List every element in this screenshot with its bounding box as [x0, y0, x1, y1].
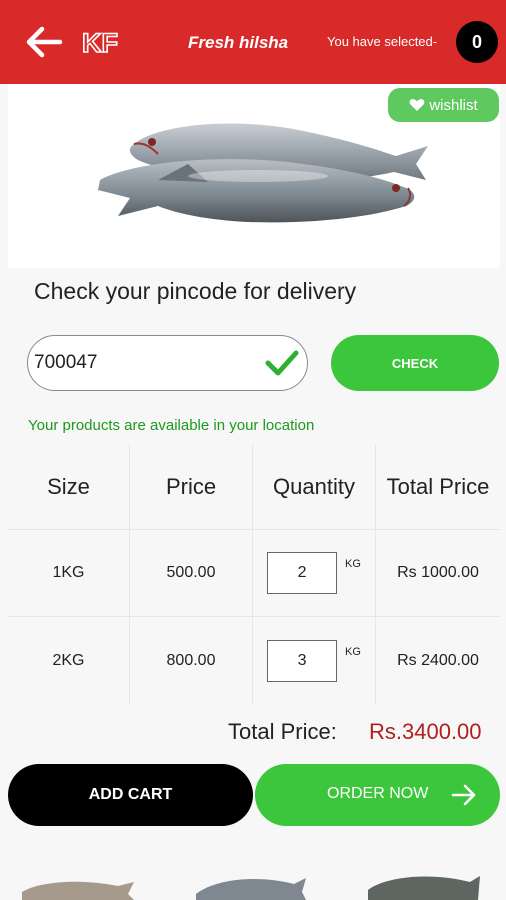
selected-count-badge[interactable]: 0 — [456, 21, 498, 63]
row2-price: 800.00 — [130, 617, 253, 704]
header-quantity: Quantity — [253, 444, 376, 530]
row2-size: 2KG — [8, 617, 130, 704]
price-table: Size Price Quantity Total Price 1KG 500.… — [8, 444, 500, 704]
selected-label: You have selected- — [327, 34, 438, 49]
row1-total: Rs 1000.00 — [376, 530, 500, 617]
row2-quantity-cell: KG — [253, 617, 376, 704]
heart-icon — [409, 99, 425, 111]
pincode-field[interactable] — [27, 335, 308, 391]
related-product-thumbnail[interactable] — [18, 864, 138, 900]
checkmark-icon — [265, 348, 299, 378]
kf-logo: KF — [80, 24, 124, 60]
header-price: Price — [130, 444, 253, 530]
header-size: Size — [8, 444, 130, 530]
row1-price: 500.00 — [130, 530, 253, 617]
back-arrow-icon[interactable] — [22, 24, 64, 60]
order-now-button[interactable]: ORDER NOW — [255, 764, 500, 826]
related-product-thumbnail[interactable] — [362, 864, 482, 900]
check-button[interactable]: CHECK — [331, 335, 499, 391]
top-bar: KF Fresh hilsha You have selected- 0 — [0, 0, 506, 84]
row2-total: Rs 2400.00 — [397, 651, 479, 669]
header-total-price: Total Price — [376, 444, 500, 530]
row1-quantity-cell: KG — [253, 530, 376, 617]
availability-message: Your products are available in your loca… — [28, 417, 315, 434]
total-price-label: Total Price: — [228, 719, 337, 744]
page-title: Fresh hilsha — [188, 33, 289, 52]
logo-text: KF — [82, 28, 118, 58]
arrow-right-icon — [451, 784, 476, 806]
row2-unit: KG — [345, 645, 361, 658]
related-product-thumbnail[interactable] — [190, 864, 310, 900]
row1-unit: KG — [345, 558, 361, 570]
row1-size: 1KG — [8, 530, 130, 617]
row2-quantity-input[interactable] — [267, 639, 338, 682]
pincode-title: Check your pincode for delivery — [34, 278, 357, 304]
order-now-label: ORDER NOW — [327, 785, 429, 802]
add-cart-button[interactable]: ADD CART — [8, 764, 253, 826]
pincode-input[interactable] — [34, 346, 254, 380]
wishlist-button[interactable]: wishlist — [388, 88, 499, 122]
wishlist-label: wishlist — [429, 96, 478, 114]
total-price-value: Rs.3400.00 — [369, 719, 482, 744]
row1-quantity-input[interactable] — [267, 552, 338, 594]
